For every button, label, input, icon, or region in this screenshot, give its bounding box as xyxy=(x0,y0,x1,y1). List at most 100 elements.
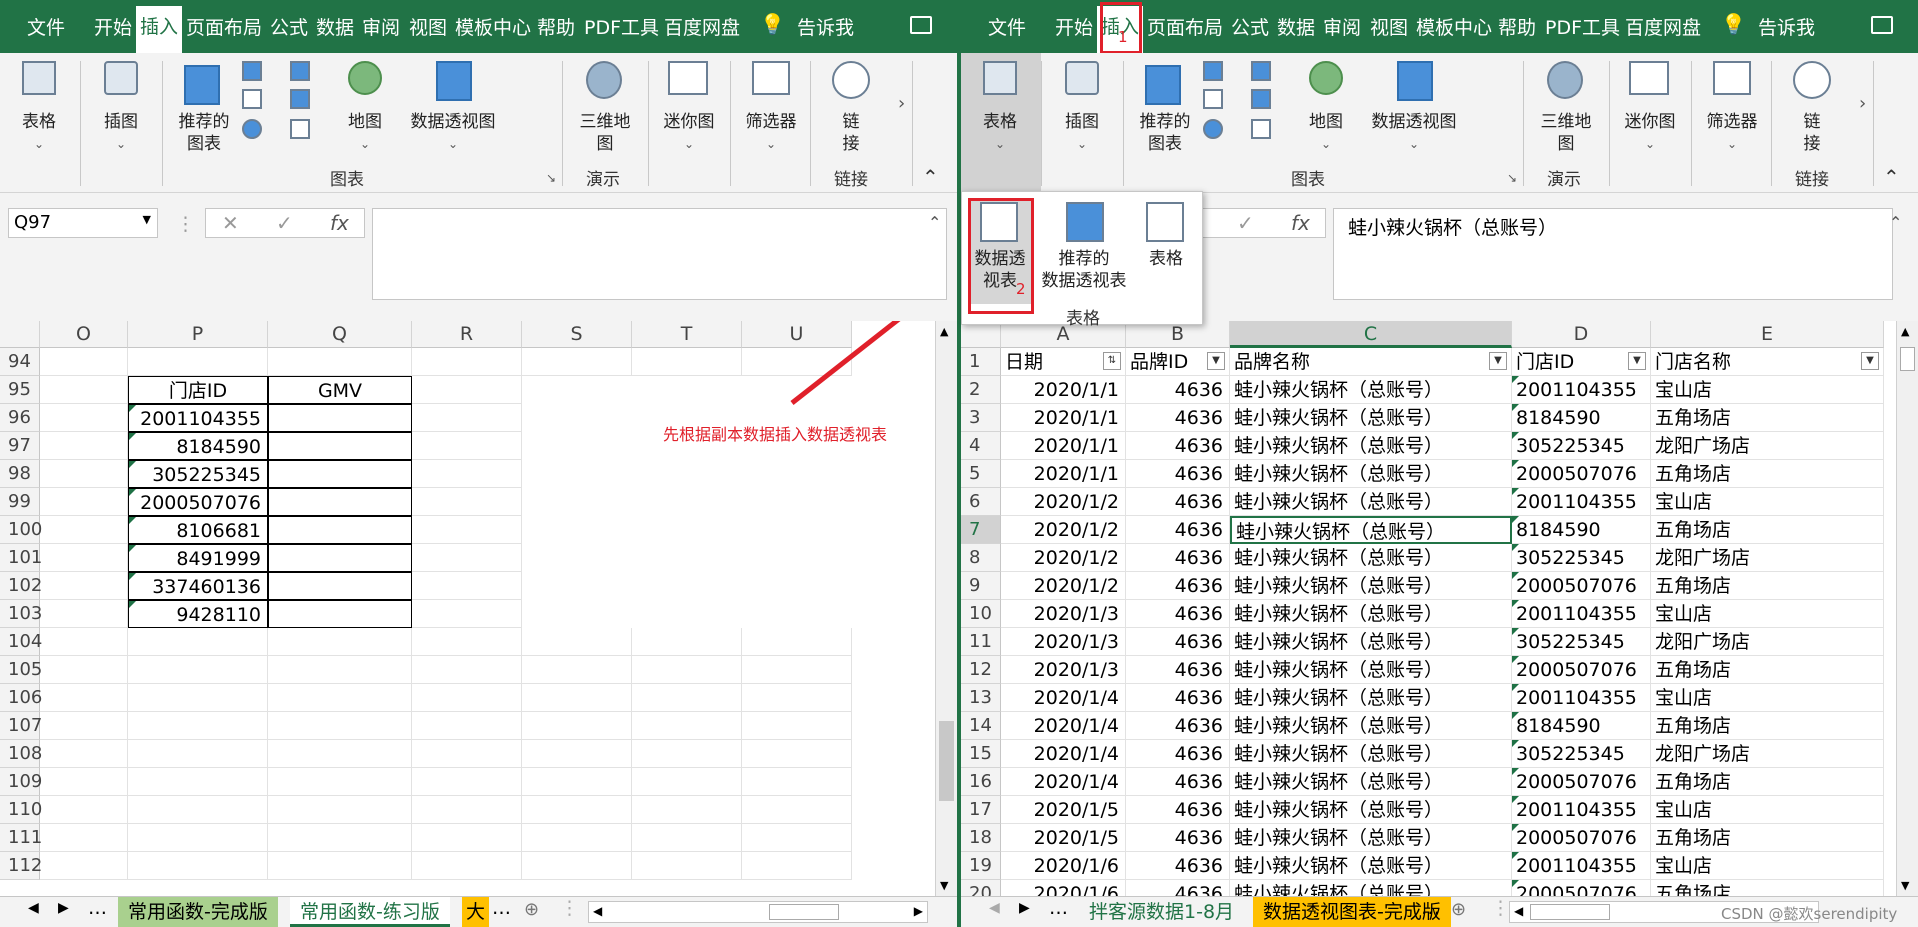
store-name-cell[interactable]: 五角场店 xyxy=(1651,656,1884,684)
next-sheet-icon[interactable]: ▶ xyxy=(1019,900,1030,916)
tab-formulas[interactable]: 公式 xyxy=(1231,13,1269,40)
cell[interactable] xyxy=(412,768,522,796)
row-header-11[interactable]: 11 xyxy=(961,628,1001,656)
cell[interactable] xyxy=(412,796,522,824)
cell[interactable] xyxy=(522,712,632,740)
formula-input[interactable] xyxy=(372,208,947,300)
store-id-cell[interactable]: 2001104355 xyxy=(1512,376,1651,404)
header-cell[interactable]: 品牌ID ▼ xyxy=(1126,348,1230,376)
more-sheets-icon[interactable]: … xyxy=(1049,897,1068,919)
store-name-cell[interactable]: 五角场店 xyxy=(1651,404,1884,432)
brand-name-cell[interactable]: 蛙小辣火锅杯（总账号） xyxy=(1230,600,1512,628)
date-cell[interactable]: 2020/1/6 xyxy=(1001,880,1126,896)
cell[interactable] xyxy=(412,600,522,628)
store-name-cell[interactable]: 宝山店 xyxy=(1651,796,1884,824)
more-sheets-right-icon[interactable]: … xyxy=(1421,897,1440,919)
store-name-cell[interactable]: 龙阳广场店 xyxy=(1651,544,1884,572)
filter-dropdown-icon[interactable]: ▼ xyxy=(1628,352,1646,370)
tab-baidu-netdisk[interactable]: 百度网盘 xyxy=(1625,13,1701,40)
cell[interactable] xyxy=(742,628,852,656)
filter-dropdown-icon[interactable]: ⇅ xyxy=(1103,352,1121,370)
filters-button[interactable]: 筛选器 ⌄ xyxy=(738,61,804,155)
cell[interactable] xyxy=(742,852,852,880)
store-id-cell[interactable]: 2001104355 xyxy=(1512,796,1651,824)
cell[interactable] xyxy=(412,824,522,852)
cell[interactable] xyxy=(40,656,128,684)
cell[interactable] xyxy=(412,572,522,600)
store-id-cell[interactable]: 8106681 xyxy=(128,516,268,544)
pivot-chart-button[interactable]: 数据透视图 ⌄ xyxy=(398,61,508,155)
insert-function-icon[interactable]: fx xyxy=(1291,211,1310,235)
cell[interactable] xyxy=(40,824,128,852)
store-id-cell[interactable]: 8491999 xyxy=(128,544,268,572)
cell[interactable] xyxy=(128,740,268,768)
cell[interactable] xyxy=(412,656,522,684)
cell[interactable] xyxy=(412,712,522,740)
store-id-cell[interactable]: 305225345 xyxy=(128,460,268,488)
brand-id-cell[interactable]: 4636 xyxy=(1126,796,1230,824)
cell[interactable] xyxy=(412,404,522,432)
name-box[interactable]: Q97 ▼ xyxy=(8,208,158,238)
row-header-6[interactable]: 6 xyxy=(961,488,1001,516)
row-header-104[interactable]: 104 xyxy=(0,628,42,656)
more-sheets-right-icon[interactable]: … xyxy=(492,897,511,919)
row-header-110[interactable]: 110 xyxy=(0,796,42,824)
date-cell[interactable]: 2020/1/5 xyxy=(1001,824,1126,852)
column-header-p[interactable]: P xyxy=(128,321,268,348)
cell[interactable] xyxy=(268,768,412,796)
brand-name-cell[interactable]: 蛙小辣火锅杯（总账号） xyxy=(1230,684,1512,712)
store-id-cell[interactable]: 2000507076 xyxy=(1512,880,1651,896)
brand-name-cell[interactable]: 蛙小辣火锅杯（总账号） xyxy=(1230,376,1512,404)
brand-id-cell[interactable]: 4636 xyxy=(1126,544,1230,572)
brand-id-cell[interactable]: 4636 xyxy=(1126,572,1230,600)
brand-id-cell[interactable]: 4636 xyxy=(1126,712,1230,740)
store-id-cell[interactable]: 2001104355 xyxy=(1512,852,1651,880)
brand-name-cell[interactable]: 蛙小辣火锅杯（总账号） xyxy=(1230,544,1512,572)
column-header-t[interactable]: T xyxy=(632,321,742,348)
sparklines-button[interactable]: 迷你图 ⌄ xyxy=(656,61,722,155)
brand-id-cell[interactable]: 4636 xyxy=(1126,488,1230,516)
brand-id-cell[interactable]: 4636 xyxy=(1126,460,1230,488)
row-header-18[interactable]: 18 xyxy=(961,824,1001,852)
store-id-cell[interactable]: 305225345 xyxy=(1512,740,1651,768)
cell[interactable] xyxy=(40,516,128,544)
row-header-1[interactable]: 1 xyxy=(961,348,1001,376)
insert-function-icon[interactable]: fx xyxy=(330,211,349,235)
tab-help[interactable]: 帮助 xyxy=(537,13,575,40)
cell[interactable] xyxy=(40,572,128,600)
cell[interactable] xyxy=(522,824,632,852)
tab-home[interactable]: 开始 xyxy=(1055,13,1093,40)
pie-chart-icon[interactable] xyxy=(242,119,262,139)
brand-id-cell[interactable]: 4636 xyxy=(1126,684,1230,712)
date-cell[interactable]: 2020/1/5 xyxy=(1001,796,1126,824)
row-header-5[interactable]: 5 xyxy=(961,460,1001,488)
dialog-launcher-icon[interactable]: ↘ xyxy=(546,171,556,185)
cell[interactable] xyxy=(268,628,412,656)
right-vertical-scrollbar[interactable]: ▲ ▼ xyxy=(1896,321,1918,896)
row-header-17[interactable]: 17 xyxy=(961,796,1001,824)
brand-name-cell[interactable]: 蛙小辣火锅杯（总账号） xyxy=(1230,460,1512,488)
cell[interactable] xyxy=(742,824,852,852)
row-header-101[interactable]: 101 xyxy=(0,544,42,572)
date-cell[interactable]: 2020/1/2 xyxy=(1001,516,1126,544)
cell[interactable] xyxy=(632,628,742,656)
gmv-cell[interactable] xyxy=(268,572,412,600)
brand-name-cell[interactable]: 蛙小辣火锅杯（总账号） xyxy=(1230,712,1512,740)
filter-dropdown-icon[interactable]: ▼ xyxy=(1489,352,1507,370)
date-cell[interactable]: 2020/1/1 xyxy=(1001,460,1126,488)
cell[interactable] xyxy=(128,348,268,376)
brand-id-cell[interactable]: 4636 xyxy=(1126,824,1230,852)
cell[interactable] xyxy=(522,628,632,656)
store-name-cell[interactable]: 五角场店 xyxy=(1651,824,1884,852)
store-name-cell[interactable]: 五角场店 xyxy=(1651,516,1884,544)
sheet-tab-truncated[interactable]: 大 xyxy=(462,897,490,927)
next-sheet-icon[interactable]: ▶ xyxy=(58,900,69,916)
cell[interactable] xyxy=(412,852,522,880)
store-id-cell[interactable]: 8184590 xyxy=(128,432,268,460)
column-header-d[interactable]: D xyxy=(1512,321,1651,348)
sheet-tab-common-functions-done[interactable]: 常用函数-完成版 xyxy=(118,897,278,927)
cell[interactable] xyxy=(522,740,632,768)
store-id-cell[interactable]: 8184590 xyxy=(1512,712,1651,740)
cell[interactable] xyxy=(268,796,412,824)
row-header-102[interactable]: 102 xyxy=(0,572,42,600)
